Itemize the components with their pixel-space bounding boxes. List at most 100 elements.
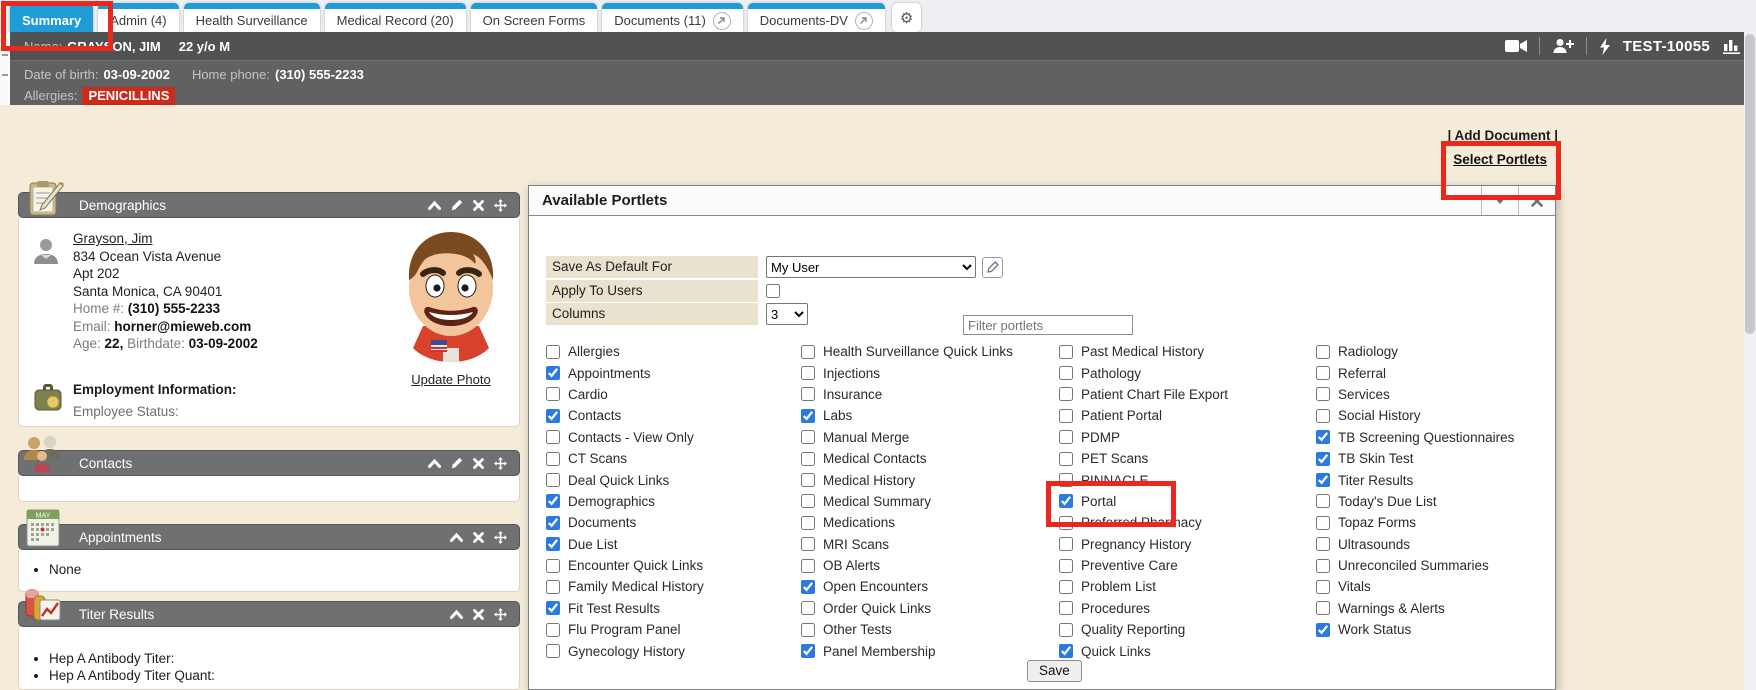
portlet-checkbox[interactable] [1059,387,1073,401]
portlet-option-open-encounters[interactable]: Open Encounters [801,576,1013,597]
portlet-option-pregnancy-history[interactable]: Pregnancy History [1059,534,1228,555]
portlet-checkbox[interactable] [801,430,815,444]
portlet-checkbox[interactable] [1059,409,1073,423]
tab-medical-record-20[interactable]: Medical Record (20) [325,3,466,32]
popout-icon[interactable] [855,12,873,30]
portlet-option-titer-results[interactable]: Titer Results [1316,469,1514,490]
move-icon-button[interactable] [494,457,507,470]
close-icon-button[interactable] [473,200,484,211]
portlet-option-manual-merge[interactable]: Manual Merge [801,427,1013,448]
portlet-option-referral[interactable]: Referral [1316,362,1514,383]
close-icon-button[interactable] [473,609,484,620]
save-as-default-select[interactable]: My User [766,256,976,278]
add-person-icon[interactable] [1552,38,1574,54]
portlet-checkbox[interactable] [546,644,560,658]
portlet-checkbox[interactable] [546,580,560,594]
portlet-option-labs[interactable]: Labs [801,405,1013,426]
portlet-option-quick-links[interactable]: Quick Links [1059,640,1228,661]
portlet-checkbox[interactable] [1316,516,1330,530]
portlet-option-encounter-quick-links[interactable]: Encounter Quick Links [546,555,704,576]
portlet-option-pdmp[interactable]: PDMP [1059,427,1228,448]
portlet-checkbox[interactable] [801,623,815,637]
portlet-option-patient-chart-file-export[interactable]: Patient Chart File Export [1059,384,1228,405]
portlet-option-portal[interactable]: Portal [1059,491,1228,512]
portlet-option-contacts[interactable]: Contacts [546,405,704,426]
portlet-option-appointments[interactable]: Appointments [546,362,704,383]
columns-select[interactable]: 3 [766,303,808,325]
portlet-checkbox[interactable] [1316,473,1330,487]
portlet-checkbox[interactable] [1059,452,1073,466]
apply-to-users-checkbox[interactable] [766,284,780,298]
vertical-scrollbar[interactable] [1744,32,1756,690]
portlet-option-ultrasounds[interactable]: Ultrasounds [1316,534,1514,555]
portlet-option-pet-scans[interactable]: PET Scans [1059,448,1228,469]
portlet-checkbox[interactable] [1059,345,1073,359]
portlet-option-flu-program-panel[interactable]: Flu Program Panel [546,619,704,640]
portlet-option-panel-membership[interactable]: Panel Membership [801,640,1013,661]
portlet-checkbox[interactable] [546,473,560,487]
portlet-checkbox[interactable] [546,366,560,380]
portlet-checkbox[interactable] [1059,366,1073,380]
portlet-checkbox[interactable] [801,345,815,359]
close-icon-button[interactable] [473,458,484,469]
portlet-option-preventive-care[interactable]: Preventive Care [1059,555,1228,576]
portlet-option-preferred-pharmacy[interactable]: Preferred Pharmacy [1059,512,1228,533]
portlet-checkbox[interactable] [1059,494,1073,508]
tab-on-screen-forms[interactable]: On Screen Forms [471,3,598,32]
flowsheet-chart-icon[interactable] [1722,38,1742,54]
portlet-option-social-history[interactable]: Social History [1316,405,1514,426]
portlet-option-injections[interactable]: Injections [801,362,1013,383]
edit-icon-button[interactable] [451,457,463,469]
portlet-checkbox[interactable] [1316,580,1330,594]
portlet-checkbox[interactable] [1059,473,1073,487]
portlet-checkbox[interactable] [546,409,560,423]
portlet-checkbox[interactable] [1316,537,1330,551]
portlet-checkbox[interactable] [546,387,560,401]
portlet-checkbox[interactable] [1059,537,1073,551]
portlet-checkbox[interactable] [801,644,815,658]
edit-icon-button[interactable] [451,199,463,211]
portlet-option-insurance[interactable]: Insurance [801,384,1013,405]
portlet-option-problem-list[interactable]: Problem List [1059,576,1228,597]
portlet-option-medical-history[interactable]: Medical History [801,469,1013,490]
portlet-option-ct-scans[interactable]: CT Scans [546,448,704,469]
portlet-checkbox[interactable] [546,494,560,508]
tab-documents-11[interactable]: Documents (11) [602,3,743,32]
portlet-option-mri-scans[interactable]: MRI Scans [801,534,1013,555]
portlet-checkbox[interactable] [801,494,815,508]
portlet-checkbox[interactable] [546,452,560,466]
titer-results-portlet-header[interactable]: Titer Results [18,601,520,627]
portlet-checkbox[interactable] [1316,452,1330,466]
portlet-option-other-tests[interactable]: Other Tests [801,619,1013,640]
portlet-option-documents[interactable]: Documents [546,512,704,533]
portlet-checkbox[interactable] [1316,601,1330,615]
portlet-option-services[interactable]: Services [1316,384,1514,405]
collapse-icon-button[interactable] [450,532,463,543]
portlet-option-radiology[interactable]: Radiology [1316,341,1514,362]
portlet-checkbox[interactable] [546,537,560,551]
portlet-option-contacts-view-only[interactable]: Contacts - View Only [546,427,704,448]
portlet-checkbox[interactable] [1316,430,1330,444]
select-portlets-link[interactable]: Select Portlets [1453,152,1547,167]
portlet-checkbox[interactable] [801,387,815,401]
video-camera-icon[interactable] [1505,39,1527,53]
tab-documents-dv[interactable]: Documents-DV [748,3,885,32]
portlet-checkbox[interactable] [546,345,560,359]
portlet-checkbox[interactable] [1059,430,1073,444]
portlet-checkbox[interactable] [1316,494,1330,508]
update-photo-link[interactable]: Update Photo [391,372,511,387]
portlet-checkbox[interactable] [801,559,815,573]
portlet-checkbox[interactable] [801,516,815,530]
portlet-option-medications[interactable]: Medications [801,512,1013,533]
portlet-checkbox[interactable] [1316,409,1330,423]
portlet-option-medical-contacts[interactable]: Medical Contacts [801,448,1013,469]
save-button[interactable]: Save [1027,660,1082,682]
close-icon-button[interactable] [473,532,484,543]
portlet-option-demographics[interactable]: Demographics [546,491,704,512]
portlet-option-tb-skin-test[interactable]: TB Skin Test [1316,448,1514,469]
portlet-checkbox[interactable] [1316,559,1330,573]
filter-portlets-input[interactable] [963,315,1133,335]
portlet-option-warnings-alerts[interactable]: Warnings & Alerts [1316,598,1514,619]
portlet-option-past-medical-history[interactable]: Past Medical History [1059,341,1228,362]
patient-name-link[interactable]: Grayson, Jim [73,231,153,246]
